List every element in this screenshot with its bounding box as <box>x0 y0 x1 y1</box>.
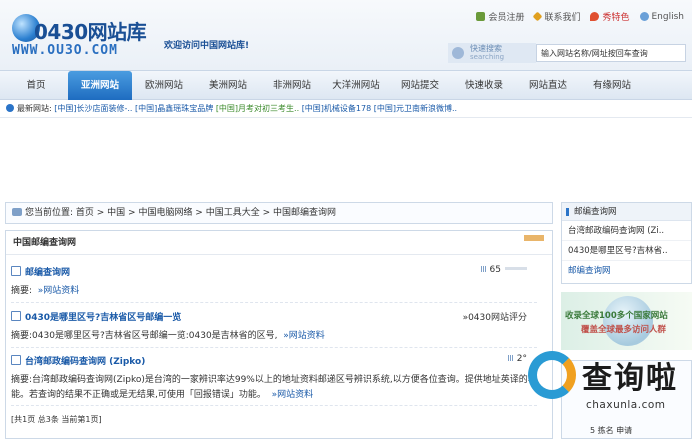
side-item[interactable]: 邮编查询网 <box>562 261 691 281</box>
tag-icon <box>524 235 544 241</box>
entry-title[interactable]: 0430是哪里区号?吉林省区号邮编一览 <box>11 313 181 323</box>
promo-banner[interactable]: 收录全球100多个国家网站 覆盖全球最多访问人群 <box>561 292 692 350</box>
list-item: 邮编查询网 65 摘要: »网站资料 <box>11 265 537 299</box>
site-info-link[interactable]: »网站资料 <box>283 331 325 341</box>
breadcrumb-path[interactable]: 首页 > 中国 > 中国电脑网络 > 中国工具大全 > 中国邮编查询网 <box>76 208 336 218</box>
watermark-cn: 查询啦 <box>582 361 678 396</box>
tab-europe[interactable]: 欧洲网站 <box>132 71 196 100</box>
heart-icon <box>590 12 600 21</box>
tab-africa[interactable]: 非洲网站 <box>260 71 324 100</box>
pager: [共1页 总3条 当前第1页] <box>11 415 102 424</box>
new-site-link[interactable]: [中国]长沙店面装修-.. <box>54 104 132 113</box>
welcome-text: 欢迎访问中国网站库! <box>164 41 250 51</box>
rating-meter <box>505 267 527 270</box>
tab-asia[interactable]: 亚洲网站 <box>68 71 132 100</box>
site-info-link[interactable]: »网站资料 <box>38 286 80 296</box>
list-item: 台湾邮政编码查询网 (Zipko) 2° 摘要:台湾邮政编码查询网(Zipko)… <box>11 354 537 403</box>
entry-summary: 摘要: »网站资料 <box>11 286 80 296</box>
banner-line-2: 覆盖全球最多访问人群 <box>581 325 667 335</box>
location-icon <box>12 208 22 216</box>
divider <box>11 302 537 303</box>
tab-related[interactable]: 有缘网站 <box>580 71 644 100</box>
search-label-sub: searching <box>470 53 505 61</box>
show-feature-link[interactable]: 秀特色 <box>590 10 630 23</box>
search-label: 快速搜索 searching <box>448 43 536 63</box>
tab-direct[interactable]: 网站直达 <box>516 71 580 100</box>
register-link[interactable]: 会员注册 <box>476 10 524 23</box>
search-box: 快速搜索 searching <box>448 42 688 64</box>
header: 0430网站库 WWW.OU3O.COM 欢迎访问中国网站库! 会员注册 联系我… <box>0 0 692 70</box>
tab-oceania[interactable]: 大洋洲网站 <box>324 71 388 100</box>
arrow-right-icon <box>6 104 14 112</box>
new-site-link[interactable]: [中国]机械设备178 <box>302 104 372 113</box>
new-site-link[interactable]: [中国]晶鑫瑶珠宝品牌 <box>135 104 213 113</box>
logo-url: WWW.OU3O.COM <box>12 43 118 58</box>
list-item: 0430是哪里区号?吉林省区号邮编一览 »0430网站评分 摘要:0430是哪里… <box>11 310 537 344</box>
entry-rating-link[interactable]: »0430网站评分 <box>463 310 527 323</box>
entry-summary: 摘要:0430是哪里区号?吉林省区号邮编一览:0430是吉林省的区号, »网站资… <box>11 331 325 341</box>
entry-title[interactable]: 台湾邮政编码查询网 (Zipko) <box>11 357 145 367</box>
entry-summary: 摘要:台湾邮政编码查询网(Zipko)是台湾的一家辨识率达99%以上的地址资料邮… <box>11 375 537 400</box>
side-item[interactable]: 台湾邮政编码查询网 (Zi.. <box>562 221 691 241</box>
new-site-link[interactable]: [中国]元卫南新浪微博.. <box>374 104 457 113</box>
contact-link[interactable]: 联系我们 <box>533 10 580 23</box>
banner-line-1: 收录全球100多个国家网站 <box>565 311 668 321</box>
top-links: 会员注册 联系我们 秀特色 English <box>476 10 684 23</box>
site-logo[interactable]: 0430网站库 WWW.OU3O.COM <box>8 10 168 62</box>
side-panel-title: 邮编查询网 <box>562 203 691 221</box>
breadcrumb-prefix: 您当前位置: <box>25 208 74 218</box>
new-sites-bar: 最新网站: [中国]长沙店面装修-.. [中国]晶鑫瑶珠宝品牌 [中国]月考对初… <box>0 100 692 118</box>
entry-rating: 65 <box>480 265 527 275</box>
watermark: 查询啦 chaxunla.com <box>520 345 692 430</box>
new-site-link[interactable]: [中国]月考对初三考生.. <box>216 104 299 113</box>
english-link[interactable]: English <box>639 10 684 23</box>
entry-title[interactable]: 邮编查询网 <box>11 268 70 278</box>
globe-banner-icon <box>603 296 653 346</box>
tab-america[interactable]: 美洲网站 <box>196 71 260 100</box>
divider <box>11 347 537 348</box>
main-nav: 首页 亚洲网站 欧洲网站 美洲网站 非洲网站 大洋洲网站 网站提交 快速收录 网… <box>0 70 692 100</box>
bars-icon <box>507 355 514 361</box>
globe-small-icon <box>639 12 649 21</box>
user-icon <box>476 12 486 21</box>
new-sites-label: 最新网站: <box>17 104 52 113</box>
tab-quick-index[interactable]: 快速收录 <box>452 71 516 100</box>
contact-icon <box>533 11 543 22</box>
watermark-en: chaxunla.com <box>586 399 666 411</box>
tab-home[interactable]: 首页 <box>4 71 68 100</box>
side-related-panel: 邮编查询网 台湾邮政编码查询网 (Zi.. 0430是哪里区号?吉林省.. 邮编… <box>561 202 692 284</box>
breadcrumb: 您当前位置: 首页 > 中国 > 中国电脑网络 > 中国工具大全 > 中国邮编查… <box>5 202 553 224</box>
side-item[interactable]: 0430是哪里区号?吉林省.. <box>562 241 691 261</box>
search-q-logo-icon <box>528 351 576 399</box>
site-info-link[interactable]: »网站资料 <box>272 390 314 400</box>
search-input[interactable] <box>536 44 686 62</box>
tab-submit[interactable]: 网站提交 <box>388 71 452 100</box>
bars-icon <box>480 266 487 272</box>
divider <box>11 405 537 406</box>
logo-title: 0430网站库 <box>34 20 147 44</box>
list-title: 中国邮编查询网 <box>6 231 552 255</box>
